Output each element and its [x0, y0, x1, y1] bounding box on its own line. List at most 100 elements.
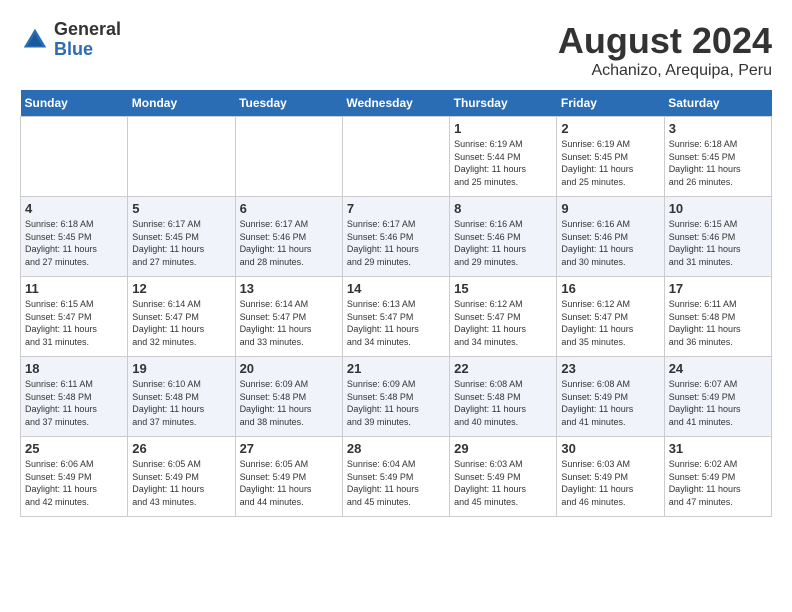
calendar-day-cell	[342, 117, 449, 197]
day-info: Sunrise: 6:16 AM Sunset: 5:46 PM Dayligh…	[454, 218, 552, 268]
day-info: Sunrise: 6:08 AM Sunset: 5:49 PM Dayligh…	[561, 378, 659, 428]
calendar-week-row: 11 Sunrise: 6:15 AM Sunset: 5:47 PM Dayli…	[21, 277, 772, 357]
day-number: 22	[454, 361, 552, 376]
day-number: 16	[561, 281, 659, 296]
calendar-day-cell: 28Sunrise: 6:04 AM Sunset: 5:49 PM Dayli…	[342, 437, 449, 517]
calendar-day-cell: 14Sunrise: 6:13 AM Sunset: 5:47 PM Dayli…	[342, 277, 449, 357]
calendar-day-cell: 19 Sunrise: 6:10 AM Sunset: 5:48 PM Dayli…	[128, 357, 235, 437]
day-info: Sunrise: 6:03 AM Sunset: 5:49 PM Dayligh…	[561, 458, 659, 508]
calendar-day-cell: 17Sunrise: 6:11 AM Sunset: 5:48 PM Dayli…	[664, 277, 771, 357]
calendar-day-cell: 7Sunrise: 6:17 AM Sunset: 5:46 PM Daylig…	[342, 197, 449, 277]
day-number: 17	[669, 281, 767, 296]
day-number: 4	[25, 201, 123, 216]
day-number: 11	[25, 281, 123, 296]
calendar-day-cell: 3 Sunrise: 6:18 AM Sunset: 5:45 PM Daylig…	[664, 117, 771, 197]
day-info: Sunrise: 6:12 AM Sunset: 5:47 PM Dayligh…	[454, 298, 552, 348]
day-number: 27	[240, 441, 338, 456]
calendar-week-row: 4 Sunrise: 6:18 AM Sunset: 5:45 PM Daylig…	[21, 197, 772, 277]
calendar-day-cell: 16 Sunrise: 6:12 AM Sunset: 5:47 PM Dayli…	[557, 277, 664, 357]
calendar-day-cell: 13 Sunrise: 6:14 AM Sunset: 5:47 PM Dayli…	[235, 277, 342, 357]
day-info: Sunrise: 6:11 AM Sunset: 5:48 PM Dayligh…	[25, 378, 123, 428]
day-number: 29	[454, 441, 552, 456]
day-info: Sunrise: 6:14 AM Sunset: 5:47 PM Dayligh…	[132, 298, 230, 348]
day-number: 25	[25, 441, 123, 456]
day-info: Sunrise: 6:18 AM Sunset: 5:45 PM Dayligh…	[669, 138, 767, 188]
day-info: Sunrise: 6:12 AM Sunset: 5:47 PM Dayligh…	[561, 298, 659, 348]
calendar-day-cell: 18 Sunrise: 6:11 AM Sunset: 5:48 PM Dayli…	[21, 357, 128, 437]
calendar-week-row: 18 Sunrise: 6:11 AM Sunset: 5:48 PM Dayli…	[21, 357, 772, 437]
day-info: Sunrise: 6:08 AM Sunset: 5:48 PM Dayligh…	[454, 378, 552, 428]
calendar-day-cell: 4 Sunrise: 6:18 AM Sunset: 5:45 PM Daylig…	[21, 197, 128, 277]
day-info: Sunrise: 6:06 AM Sunset: 5:49 PM Dayligh…	[25, 458, 123, 508]
day-info: Sunrise: 6:17 AM Sunset: 5:46 PM Dayligh…	[240, 218, 338, 268]
title-area: August 2024 Achanizo, Arequipa, Peru	[558, 20, 772, 80]
day-info: Sunrise: 6:17 AM Sunset: 5:46 PM Dayligh…	[347, 218, 445, 268]
calendar-day-cell: 21 Sunrise: 6:09 AM Sunset: 5:48 PM Dayli…	[342, 357, 449, 437]
day-number: 13	[240, 281, 338, 296]
weekday-header-saturday: Saturday	[664, 90, 771, 117]
day-info: Sunrise: 6:18 AM Sunset: 5:45 PM Dayligh…	[25, 218, 123, 268]
day-number: 24	[669, 361, 767, 376]
calendar-day-cell: 25 Sunrise: 6:06 AM Sunset: 5:49 PM Dayli…	[21, 437, 128, 517]
day-info: Sunrise: 6:15 AM Sunset: 5:46 PM Dayligh…	[669, 218, 767, 268]
day-number: 14	[347, 281, 445, 296]
calendar-day-cell: 1Sunrise: 6:19 AM Sunset: 5:44 PM Daylig…	[450, 117, 557, 197]
day-number: 18	[25, 361, 123, 376]
day-info: Sunrise: 6:07 AM Sunset: 5:49 PM Dayligh…	[669, 378, 767, 428]
calendar-week-row: 25 Sunrise: 6:06 AM Sunset: 5:49 PM Dayli…	[21, 437, 772, 517]
logo-text: General Blue	[54, 20, 121, 60]
day-number: 21	[347, 361, 445, 376]
calendar-day-cell: 5Sunrise: 6:17 AM Sunset: 5:45 PM Daylig…	[128, 197, 235, 277]
weekday-header-monday: Monday	[128, 90, 235, 117]
calendar-day-cell: 20Sunrise: 6:09 AM Sunset: 5:48 PM Dayli…	[235, 357, 342, 437]
day-number: 15	[454, 281, 552, 296]
day-number: 8	[454, 201, 552, 216]
calendar-day-cell: 2Sunrise: 6:19 AM Sunset: 5:45 PM Daylig…	[557, 117, 664, 197]
location-title: Achanizo, Arequipa, Peru	[558, 62, 772, 80]
day-number: 6	[240, 201, 338, 216]
day-number: 30	[561, 441, 659, 456]
day-info: Sunrise: 6:19 AM Sunset: 5:44 PM Dayligh…	[454, 138, 552, 188]
weekday-header-friday: Friday	[557, 90, 664, 117]
calendar-day-cell: 24 Sunrise: 6:07 AM Sunset: 5:49 PM Dayli…	[664, 357, 771, 437]
day-info: Sunrise: 6:10 AM Sunset: 5:48 PM Dayligh…	[132, 378, 230, 428]
day-info: Sunrise: 6:14 AM Sunset: 5:47 PM Dayligh…	[240, 298, 338, 348]
weekday-header-tuesday: Tuesday	[235, 90, 342, 117]
day-number: 3	[669, 121, 767, 136]
logo-general: General	[54, 20, 121, 40]
calendar-day-cell: 22 Sunrise: 6:08 AM Sunset: 5:48 PM Dayli…	[450, 357, 557, 437]
calendar-day-cell: 9 Sunrise: 6:16 AM Sunset: 5:46 PM Daylig…	[557, 197, 664, 277]
day-number: 10	[669, 201, 767, 216]
day-number: 9	[561, 201, 659, 216]
day-info: Sunrise: 6:02 AM Sunset: 5:49 PM Dayligh…	[669, 458, 767, 508]
weekday-header-sunday: Sunday	[21, 90, 128, 117]
calendar-day-cell: 29Sunrise: 6:03 AM Sunset: 5:49 PM Dayli…	[450, 437, 557, 517]
calendar-day-cell: 6 Sunrise: 6:17 AM Sunset: 5:46 PM Daylig…	[235, 197, 342, 277]
logo-icon	[20, 25, 50, 55]
day-info: Sunrise: 6:15 AM Sunset: 5:47 PM Dayligh…	[25, 298, 123, 348]
day-number: 23	[561, 361, 659, 376]
day-info: Sunrise: 6:17 AM Sunset: 5:45 PM Dayligh…	[132, 218, 230, 268]
page-header: General Blue August 2024 Achanizo, Arequ…	[20, 20, 772, 80]
calendar-day-cell: 23 Sunrise: 6:08 AM Sunset: 5:49 PM Dayli…	[557, 357, 664, 437]
calendar-day-cell	[128, 117, 235, 197]
calendar-day-cell: 26Sunrise: 6:05 AM Sunset: 5:49 PM Dayli…	[128, 437, 235, 517]
day-number: 19	[132, 361, 230, 376]
calendar-day-cell: 12Sunrise: 6:14 AM Sunset: 5:47 PM Dayli…	[128, 277, 235, 357]
calendar-table: SundayMondayTuesdayWednesdayThursdayFrid…	[20, 90, 772, 517]
day-number: 20	[240, 361, 338, 376]
calendar-day-cell: 27 Sunrise: 6:05 AM Sunset: 5:49 PM Dayli…	[235, 437, 342, 517]
logo: General Blue	[20, 20, 121, 60]
weekday-header-row: SundayMondayTuesdayWednesdayThursdayFrid…	[21, 90, 772, 117]
calendar-day-cell: 11 Sunrise: 6:15 AM Sunset: 5:47 PM Dayli…	[21, 277, 128, 357]
month-title: August 2024	[558, 20, 772, 62]
day-number: 2	[561, 121, 659, 136]
day-info: Sunrise: 6:16 AM Sunset: 5:46 PM Dayligh…	[561, 218, 659, 268]
calendar-day-cell	[21, 117, 128, 197]
calendar-day-cell: 8 Sunrise: 6:16 AM Sunset: 5:46 PM Daylig…	[450, 197, 557, 277]
day-info: Sunrise: 6:05 AM Sunset: 5:49 PM Dayligh…	[240, 458, 338, 508]
day-info: Sunrise: 6:09 AM Sunset: 5:48 PM Dayligh…	[347, 378, 445, 428]
weekday-header-wednesday: Wednesday	[342, 90, 449, 117]
calendar-day-cell: 31Sunrise: 6:02 AM Sunset: 5:49 PM Dayli…	[664, 437, 771, 517]
day-info: Sunrise: 6:05 AM Sunset: 5:49 PM Dayligh…	[132, 458, 230, 508]
